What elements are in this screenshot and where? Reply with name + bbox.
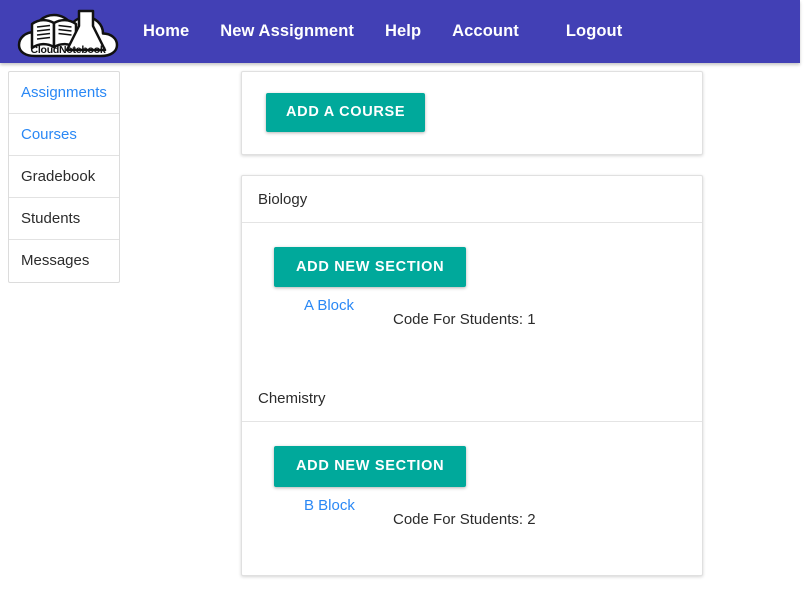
sidebar-item-courses[interactable]: Courses — [9, 114, 119, 156]
course-header-biology: Biology — [242, 176, 702, 223]
add-course-card: ADD A COURSE — [241, 71, 703, 155]
svg-text:CloudNotebook: CloudNotebook — [31, 44, 106, 56]
sidebar-item-assignments[interactable]: Assignments — [9, 72, 119, 114]
course-header-chemistry: Chemistry — [242, 375, 702, 422]
nav-link-logout[interactable]: Logout — [566, 23, 623, 40]
nav-link-help[interactable]: Help — [385, 23, 421, 40]
add-a-course-button[interactable]: ADD A COURSE — [266, 93, 426, 132]
cloudnotebook-logo[interactable]: CloudNotebook — [13, 4, 123, 60]
nav-link-account[interactable]: Account — [452, 23, 519, 40]
section-code-biology: Code For Students: 1 — [393, 311, 536, 328]
courses-card: Biology ADD NEW SECTION A Block Code For… — [241, 174, 703, 576]
add-course-card-body: ADD A COURSE — [242, 72, 702, 154]
section-code-chemistry: Code For Students: 2 — [393, 510, 536, 528]
section-row-chemistry: B Block Code For Students: 2 — [242, 497, 702, 541]
sidebar-item-messages[interactable]: Messages — [9, 240, 119, 282]
section-link-b-block[interactable]: B Block — [304, 497, 355, 514]
cloud-book-flask-logo: CloudNotebook — [17, 9, 119, 57]
nav-link-home[interactable]: Home — [143, 23, 189, 40]
section-link-a-block[interactable]: A Block — [304, 297, 354, 314]
add-new-section-button-biology[interactable]: ADD NEW SECTION — [274, 246, 467, 287]
nav-link-new-assignment[interactable]: New Assignment — [220, 23, 354, 40]
course-body-biology: ADD NEW SECTION A Block Code For Student… — [242, 223, 702, 376]
nav-links: Home New Assignment Help Account Logout — [143, 0, 800, 63]
main-content: ADD A COURSE Biology ADD NEW SECTION A B… — [241, 71, 703, 596]
sidebar: Assignments Courses Gradebook Students M… — [8, 71, 120, 283]
course-body-chemistry: ADD NEW SECTION B Block Code For Student… — [242, 422, 702, 575]
section-row-biology: A Block Code For Students: 1 — [242, 297, 702, 341]
sidebar-item-gradebook[interactable]: Gradebook — [9, 156, 119, 198]
sidebar-item-students[interactable]: Students — [9, 198, 119, 240]
top-navbar: CloudNotebook Home New Assignment Help A… — [0, 0, 800, 63]
add-new-section-button-chemistry[interactable]: ADD NEW SECTION — [274, 446, 467, 487]
